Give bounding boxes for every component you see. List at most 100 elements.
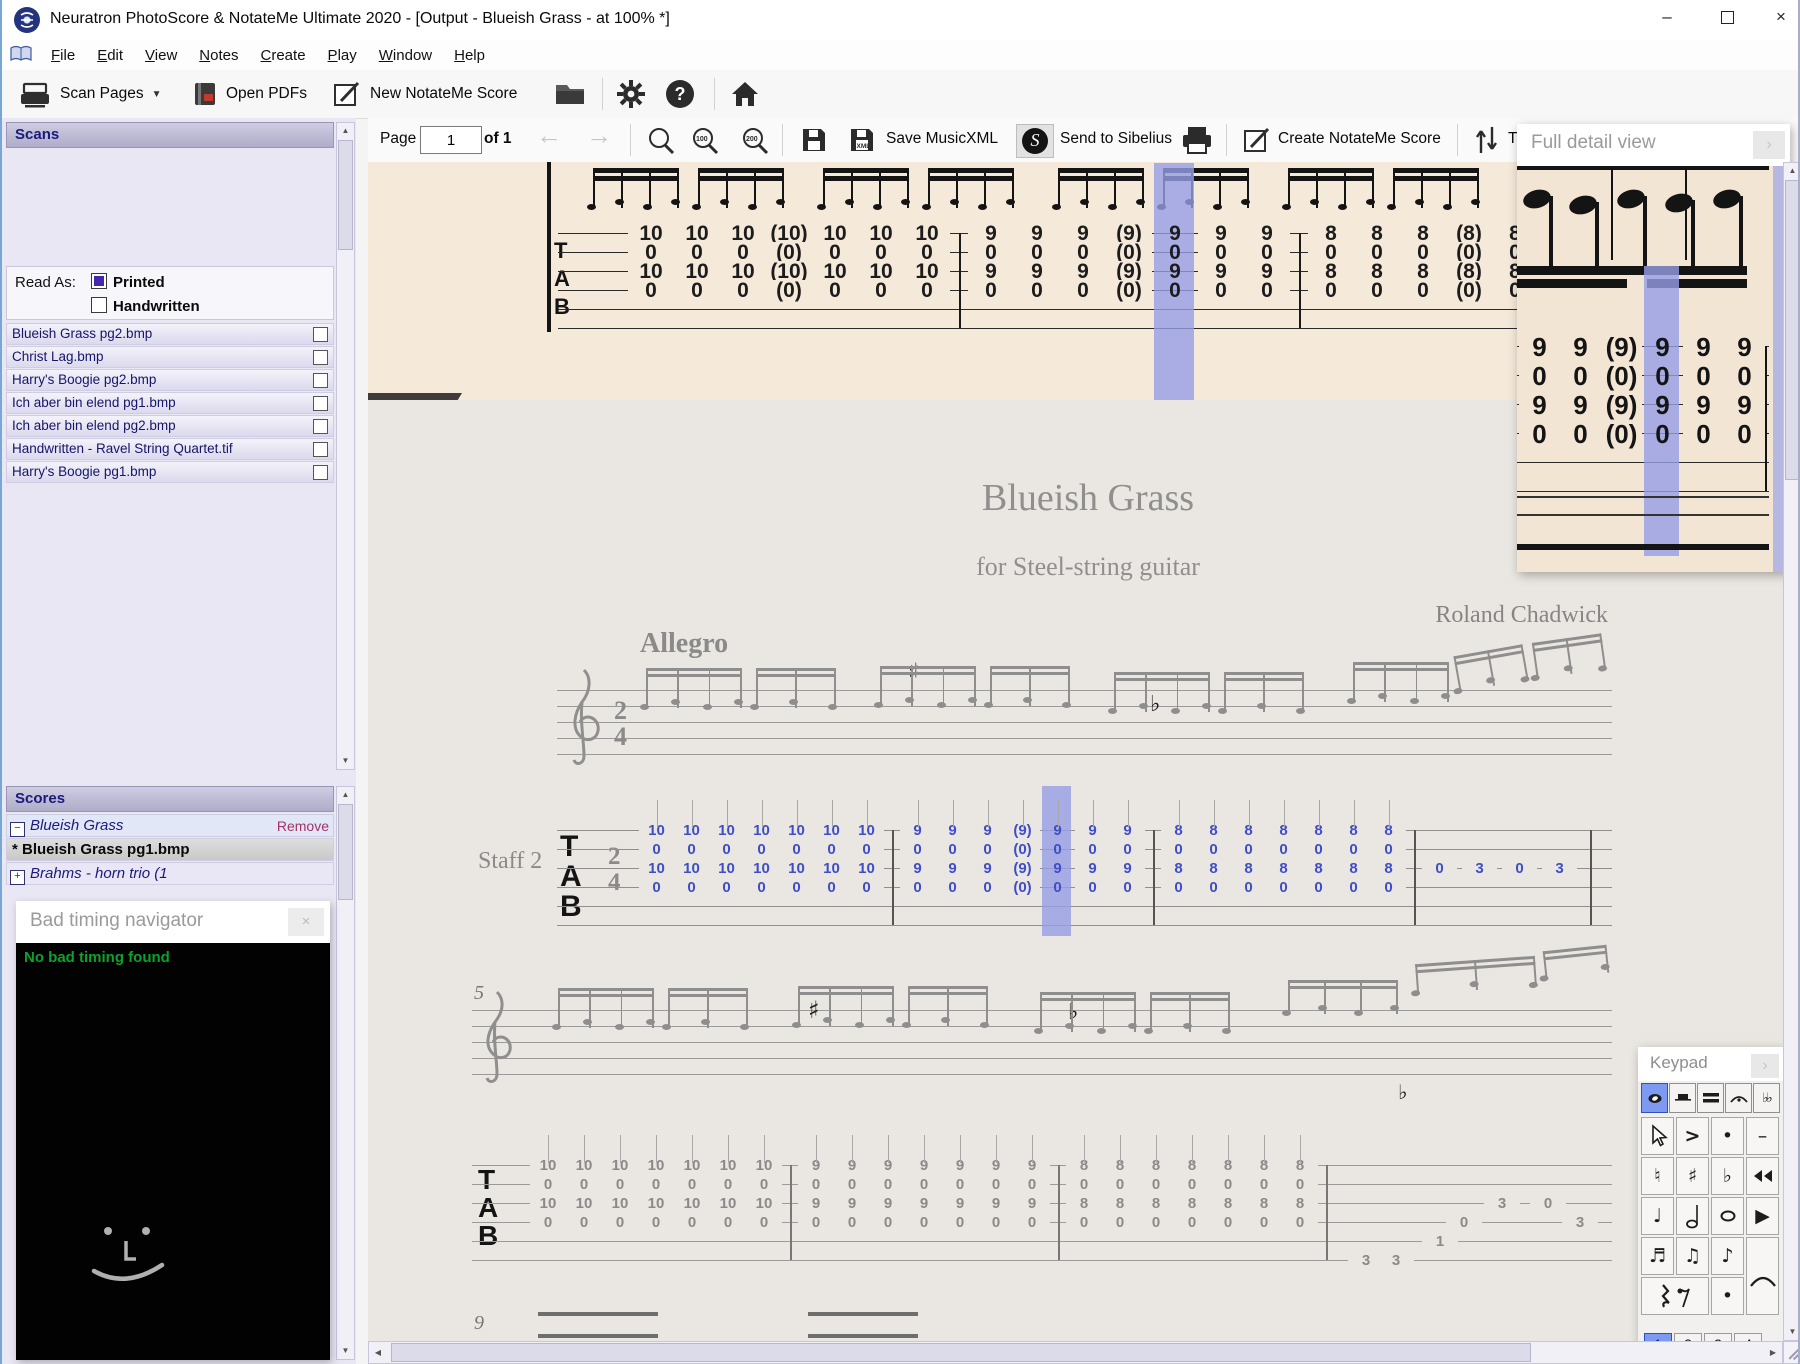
- save-musicxml-label[interactable]: Save MusicXML: [886, 130, 998, 148]
- tab-number[interactable]: 0: [1210, 1215, 1246, 1230]
- close-button[interactable]: ×: [1760, 0, 1798, 34]
- new-notateme-button[interactable]: New NotateMe Score: [332, 70, 517, 118]
- tab-number[interactable]: 0: [1724, 420, 1765, 447]
- scan-file-checkbox[interactable]: [313, 465, 328, 480]
- whole-note-tab-icon[interactable]: [1641, 1083, 1668, 1113]
- menu-item-create[interactable]: Create: [250, 47, 317, 64]
- tab-number[interactable]: 0: [968, 280, 1014, 301]
- vertical-scrollbar[interactable]: ▲ ▼: [1783, 162, 1798, 1341]
- half-rest-tab-icon[interactable]: [1669, 1083, 1696, 1113]
- tab-number[interactable]: 0: [1400, 280, 1446, 301]
- scroll-right-icon[interactable]: ▶: [1764, 1345, 1782, 1361]
- scans-scrollbar[interactable]: ▲ ▼: [336, 122, 355, 770]
- half-note-button[interactable]: [1676, 1197, 1709, 1235]
- menu-item-edit[interactable]: Edit: [86, 47, 134, 64]
- scan-file-checkbox[interactable]: [313, 396, 328, 411]
- menu-item-window[interactable]: Window: [368, 47, 443, 64]
- tab-number[interactable]: 0: [1244, 280, 1290, 301]
- tab-number[interactable]: (9): [1601, 333, 1642, 360]
- scrollbar-thumb[interactable]: [338, 804, 353, 900]
- double-bar-tab-icon[interactable]: [1697, 1083, 1724, 1113]
- tab-number[interactable]: 10: [566, 1196, 602, 1211]
- tab-number[interactable]: 0: [1246, 1177, 1282, 1192]
- tab-number[interactable]: 0: [798, 1177, 834, 1192]
- tab-number[interactable]: 0: [1246, 1215, 1282, 1230]
- zoom-icon[interactable]: [646, 126, 676, 156]
- transpose-icon[interactable]: [1474, 125, 1500, 155]
- tab-number[interactable]: 0: [710, 1177, 746, 1192]
- scan-file-row[interactable]: Harry's Boogie pg1.bmp: [6, 461, 334, 483]
- scores-scrollbar[interactable]: ▲ ▼: [336, 786, 355, 1360]
- tab-number[interactable]: 9: [1014, 1196, 1050, 1211]
- tab-number[interactable]: 0: [1138, 1177, 1174, 1192]
- scroll-down-icon[interactable]: ▼: [337, 753, 354, 769]
- tab-number[interactable]: 8: [1138, 1196, 1174, 1211]
- tab-number[interactable]: 0: [1683, 362, 1724, 389]
- settings-button[interactable]: [616, 70, 646, 118]
- scroll-up-icon[interactable]: ▲: [337, 787, 354, 803]
- zoom-200-icon[interactable]: 200: [740, 126, 770, 156]
- tab-number[interactable]: 0: [530, 1215, 566, 1230]
- help-button[interactable]: ?: [666, 70, 694, 118]
- tab-number[interactable]: 0: [1102, 1215, 1138, 1230]
- tab-number[interactable]: 0: [720, 280, 766, 301]
- tab-number[interactable]: 0: [566, 1177, 602, 1192]
- tab-number[interactable]: 0: [1354, 280, 1400, 301]
- send-sibelius-label[interactable]: Send to Sibelius: [1060, 130, 1172, 148]
- tab-number[interactable]: 0: [674, 1215, 710, 1230]
- tab-number[interactable]: 8: [1174, 1196, 1210, 1211]
- scroll-up-icon[interactable]: ▲: [337, 123, 354, 139]
- scroll-up-icon[interactable]: ▲: [1784, 163, 1798, 179]
- panel-collapse-button[interactable]: ›: [1753, 131, 1785, 159]
- tab-number[interactable]: 0: [1683, 420, 1724, 447]
- tab-number[interactable]: 9: [1724, 391, 1765, 418]
- scan-file-row[interactable]: Blueish Grass pg2.bmp: [6, 323, 334, 345]
- tab-number[interactable]: 0: [674, 1177, 710, 1192]
- quarter-note-button[interactable]: ♩: [1641, 1197, 1674, 1235]
- scroll-down-icon[interactable]: ▼: [337, 1343, 354, 1359]
- tab-number[interactable]: 8: [1066, 1196, 1102, 1211]
- tab-number[interactable]: 0: [1308, 280, 1354, 301]
- tab-number[interactable]: 0: [1174, 1177, 1210, 1192]
- tab-number[interactable]: (0): [1446, 280, 1492, 301]
- scan-file-row[interactable]: Christ Lag.bmp: [6, 346, 334, 368]
- menu-item-notes[interactable]: Notes: [188, 47, 249, 64]
- tab-number[interactable]: 10: [602, 1196, 638, 1211]
- resize-corner[interactable]: [1783, 1341, 1798, 1364]
- tab-number[interactable]: 3: [1484, 1196, 1520, 1211]
- tab-number[interactable]: 0: [1642, 363, 1683, 389]
- page-number-input[interactable]: [420, 126, 482, 154]
- collapse-icon[interactable]: −: [10, 822, 25, 837]
- tab-number[interactable]: 8: [1282, 1196, 1318, 1211]
- tab-number[interactable]: 0: [1014, 1177, 1050, 1192]
- tab-number[interactable]: 0: [1210, 1177, 1246, 1192]
- tab-number[interactable]: 9: [978, 1196, 1014, 1211]
- tab-number[interactable]: 0: [1446, 1215, 1482, 1230]
- tab-number[interactable]: 0: [978, 1215, 1014, 1230]
- tab-number[interactable]: 0: [746, 1177, 782, 1192]
- tab-number[interactable]: 0: [1560, 420, 1601, 447]
- sharp-button[interactable]: ♯: [1676, 1157, 1709, 1195]
- score-row[interactable]: − Blueish Grass Remove: [6, 814, 334, 837]
- tab-number[interactable]: 10: [530, 1196, 566, 1211]
- full-detail-panel[interactable]: Full detail view › 9 0 9 0 9 0 9 0 (9) (0) (9) (0) 9…: [1517, 124, 1790, 572]
- tab-number[interactable]: 0: [1282, 1215, 1318, 1230]
- tab-number[interactable]: 9: [870, 1196, 906, 1211]
- scan-file-row[interactable]: Ich aber bin elend pg2.bmp: [6, 415, 334, 437]
- menu-item-help[interactable]: Help: [443, 47, 496, 64]
- tab-number[interactable]: 10: [710, 1196, 746, 1211]
- tab-number[interactable]: 0: [1519, 362, 1560, 389]
- zoom-100-icon[interactable]: 100: [690, 126, 720, 156]
- tab-number[interactable]: 10: [638, 1196, 674, 1211]
- tab-number[interactable]: 10: [746, 1196, 782, 1211]
- print-icon[interactable]: [1180, 125, 1214, 155]
- tab-number[interactable]: 0: [834, 1215, 870, 1230]
- tab-number[interactable]: 0: [978, 1177, 1014, 1192]
- tab-number[interactable]: 8: [1102, 1196, 1138, 1211]
- tab-number[interactable]: (0): [766, 280, 812, 301]
- tab-number[interactable]: 0: [638, 1215, 674, 1230]
- tab-number[interactable]: 0: [798, 1215, 834, 1230]
- next-page-button[interactable]: →: [586, 120, 612, 151]
- tab-number[interactable]: 9: [1519, 333, 1560, 360]
- expand-icon[interactable]: +: [10, 870, 25, 885]
